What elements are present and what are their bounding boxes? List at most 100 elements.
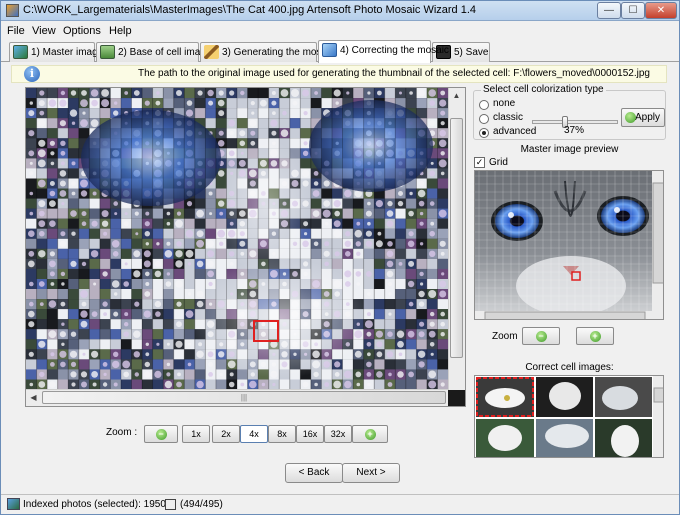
mosaic-tile[interactable] <box>47 228 58 239</box>
mosaic-tile[interactable] <box>405 268 417 279</box>
mosaic-tile[interactable] <box>395 248 406 259</box>
mosaic-tile[interactable] <box>68 248 79 259</box>
mosaic-tile[interactable] <box>163 329 174 340</box>
mosaic-tile[interactable] <box>426 268 438 279</box>
mosaic-tile[interactable] <box>384 359 396 370</box>
back-button[interactable]: < Back <box>285 463 343 483</box>
mosaic-tile[interactable] <box>110 369 121 380</box>
minimize-button[interactable]: — <box>597 2 621 19</box>
mosaic-viewer[interactable]: ▲ ◀ ||| <box>25 87 466 407</box>
mosaic-tile[interactable] <box>395 309 406 320</box>
mosaic-tile[interactable] <box>26 178 37 189</box>
mosaic-tile[interactable] <box>26 369 37 380</box>
mosaic-tile[interactable] <box>152 279 164 290</box>
mosaic-tile[interactable] <box>205 198 216 209</box>
mosaic-tile[interactable] <box>395 299 406 310</box>
mosaic-tile[interactable] <box>110 88 121 99</box>
mosaic-tile[interactable] <box>78 329 90 340</box>
mosaic-tile[interactable] <box>321 88 332 99</box>
scroll-left-arrow[interactable]: ◀ <box>26 390 41 405</box>
mosaic-tile[interactable] <box>47 128 58 139</box>
mosaic-tile[interactable] <box>416 248 427 259</box>
mosaic-tile[interactable] <box>226 108 238 119</box>
mosaic-tile[interactable] <box>121 238 132 249</box>
mosaic-tile[interactable] <box>289 128 301 139</box>
mosaic-tile[interactable] <box>205 118 216 129</box>
mosaic-tile[interactable] <box>184 369 195 380</box>
mosaic-tile[interactable] <box>131 319 143 330</box>
zoom-16x-button[interactable]: 16x <box>296 425 324 443</box>
mosaic-tile[interactable] <box>310 248 322 259</box>
mosaic-tile[interactable] <box>68 279 79 290</box>
mosaic-tile[interactable] <box>99 248 111 259</box>
mosaic-tile[interactable] <box>99 238 111 249</box>
mosaic-tile[interactable] <box>258 128 269 139</box>
mosaic-tile[interactable] <box>215 118 227 129</box>
mosaic-tile[interactable] <box>152 359 164 370</box>
mosaic-tile[interactable] <box>26 218 37 229</box>
mosaic-tile[interactable] <box>163 98 174 109</box>
mosaic-tile[interactable] <box>152 289 164 300</box>
mosaic-tile[interactable] <box>405 289 417 300</box>
mosaic-tile[interactable] <box>194 98 206 109</box>
mosaic-tile[interactable] <box>384 339 396 350</box>
mosaic-tile[interactable] <box>26 238 37 249</box>
mosaic-tile[interactable] <box>110 228 121 239</box>
mosaic-tile[interactable] <box>152 228 164 239</box>
mosaic-tile[interactable] <box>99 289 111 300</box>
mosaic-tile[interactable] <box>131 309 143 320</box>
mosaic-tile[interactable] <box>426 208 438 219</box>
mosaic-tile[interactable] <box>194 248 206 259</box>
mosaic-tile[interactable] <box>321 228 332 239</box>
mosaic-tile[interactable] <box>131 359 143 370</box>
mosaic-tile[interactable] <box>384 228 396 239</box>
mosaic-tile[interactable] <box>194 218 206 229</box>
mosaic-tile[interactable] <box>437 258 449 269</box>
mosaic-tile[interactable] <box>226 138 238 149</box>
mosaic-tile[interactable] <box>173 268 185 279</box>
cell-thumbnails[interactable] <box>475 376 664 458</box>
mosaic-tile[interactable] <box>374 218 385 229</box>
zoom-out-button[interactable]: − <box>144 425 178 443</box>
mosaic-tile[interactable] <box>395 279 406 290</box>
mosaic-tile[interactable] <box>26 359 37 370</box>
mosaic-tile[interactable] <box>47 108 58 119</box>
mosaic-tile[interactable] <box>426 178 438 189</box>
mosaic-tile[interactable] <box>342 359 354 370</box>
mosaic-tile[interactable] <box>426 359 438 370</box>
maximize-button[interactable]: ☐ <box>621 2 645 19</box>
mosaic-tile[interactable] <box>163 349 174 360</box>
mosaic-tile[interactable] <box>110 319 121 330</box>
mosaic-tile[interactable] <box>110 329 121 340</box>
mosaic-tile[interactable] <box>194 108 206 119</box>
mosaic-tile[interactable] <box>121 98 132 109</box>
mosaic-tile[interactable] <box>194 268 206 279</box>
scroll-thumb[interactable] <box>450 118 463 358</box>
mosaic-tile[interactable] <box>131 238 143 249</box>
mosaic-tile[interactable] <box>131 98 143 109</box>
tab-base-of-cell-images[interactable]: 2) Base of cell images <box>96 42 216 62</box>
mosaic-tile[interactable] <box>416 228 427 239</box>
grid-checkbox-label[interactable]: Grid <box>489 157 508 168</box>
mosaic-tile[interactable] <box>184 238 195 249</box>
mosaic-tile[interactable] <box>163 258 174 269</box>
scroll-thumb[interactable] <box>652 182 664 284</box>
mosaic-tile[interactable] <box>47 289 58 300</box>
mosaic-tile[interactable] <box>47 238 58 249</box>
mosaic-tile[interactable] <box>36 268 48 279</box>
mosaic-tile[interactable] <box>68 218 79 229</box>
mosaic-tile[interactable] <box>184 279 195 290</box>
mosaic-tile[interactable] <box>47 168 58 179</box>
apply-button[interactable]: Apply <box>621 108 665 127</box>
mosaic-tile[interactable] <box>26 138 37 149</box>
mosaic-tile[interactable] <box>437 178 449 189</box>
mosaic-tile[interactable] <box>173 329 185 340</box>
mosaic-tile[interactable] <box>99 108 111 119</box>
mosaic-tile[interactable] <box>89 359 100 370</box>
mosaic-tile[interactable] <box>152 319 164 330</box>
mosaic-tile[interactable] <box>426 258 438 269</box>
mosaic-tile[interactable] <box>89 198 100 209</box>
mosaic-horizontal-scrollbar[interactable]: ◀ ||| <box>26 389 448 406</box>
mosaic-tile[interactable] <box>36 168 48 179</box>
mosaic-tile[interactable] <box>332 258 343 269</box>
